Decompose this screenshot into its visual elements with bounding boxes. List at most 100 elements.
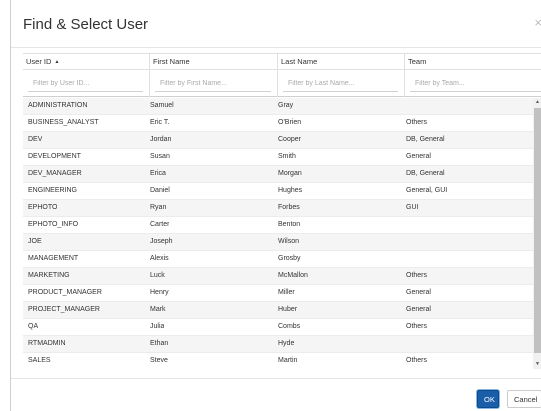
filter-team-input[interactable] [410,75,541,92]
cell-last-name: Huber [278,306,298,313]
cell-user-id: ENGINEERING [28,187,78,194]
cell-team: General [406,153,431,160]
cell-first-name: Julia [150,323,165,330]
table-row[interactable]: ADMINISTRATION Samuel Gray [23,98,533,115]
dialog-title: Find & Select User [23,16,149,33]
cell-team: Others [406,323,428,330]
cell-first-name: Erica [150,170,166,177]
column-header-label: User ID [26,57,52,66]
cell-last-name: Forbes [278,204,300,211]
cell-first-name: Daniel [150,187,170,194]
table-row[interactable]: MARKETING Luck McMallon Others [23,268,533,285]
cell-user-id: BUSINESS_ANALYST [28,119,99,126]
table-row[interactable]: PRODUCT_MANAGER Henry Miller General [23,285,533,302]
cell-user-id: DEV_MANAGER [28,170,82,177]
cell-first-name: Ethan [150,340,169,347]
column-header-label: Team [408,57,427,66]
cell-last-name: Grosby [278,255,301,262]
cell-user-id: DEVELOPMENT [28,153,81,160]
cell-team: DB, General [406,136,445,143]
cell-first-name: Jordan [150,136,172,143]
grid-header-row: User ID ▲ First Name Last Name Team [23,53,541,70]
cell-user-id: EPHOTO [28,204,58,211]
cancel-button[interactable]: Cancel [507,390,541,408]
table-row[interactable]: QA Julia Combs Others [23,319,533,336]
cell-first-name: Mark [150,306,166,313]
filter-first-name-input[interactable] [155,75,271,92]
grid-body: ADMINISTRATION Samuel Gray BUSINESS_ANALYST… [23,98,541,369]
user-grid: User ID ▲ First Name Last Name Team Filt… [23,53,541,369]
cell-last-name: Miller [278,289,295,296]
table-row[interactable]: DEV Jordan Cooper DB, General [23,132,533,149]
cell-user-id: ADMINISTRATION [28,102,88,109]
ok-button[interactable]: OK [477,390,499,408]
cell-user-id: RTMADMIN [28,340,66,347]
vertical-scrollbar[interactable]: ▲ ▼ [533,98,541,369]
cell-last-name: Combs [278,323,301,330]
dialog-header: Find & Select User × [11,0,541,48]
cell-last-name: Benton [278,221,301,228]
cell-user-id: MARKETING [28,272,70,279]
cell-team: DB, General [406,170,445,177]
cell-last-name: Martin [278,357,298,364]
table-row[interactable]: MANAGEMENT Alexis Grosby [23,251,533,268]
cell-last-name: Wilson [278,238,300,245]
filter-user-id-input[interactable] [28,75,143,92]
find-select-user-dialog: Find & Select User × User ID ▲ First Nam… [10,0,541,411]
cell-last-name: Morgan [278,170,302,177]
cell-team: Others [406,272,428,279]
cell-first-name: Carter [150,221,170,228]
cell-user-id: DEV [28,136,43,143]
cell-team: Others [406,119,428,126]
cell-first-name: Alexis [150,255,169,262]
table-row[interactable]: JOE Joseph Wilson [23,234,533,251]
table-row[interactable]: ENGINEERING Daniel Hughes General, GUI [23,183,533,200]
cell-team: GUI [406,204,419,211]
cell-last-name: Smith [278,153,296,160]
cell-first-name: Henry [150,289,169,296]
cell-last-name: McMallon [278,272,308,279]
filter-cell-last-name [278,70,405,97]
cell-team: General [406,289,431,296]
cell-user-id: PRODUCT_MANAGER [28,289,102,296]
cell-user-id: JOE [28,238,42,245]
cell-last-name: O'Brien [278,119,302,126]
table-row[interactable]: EPHOTO_INFO Carter Benton [23,217,533,234]
cell-team: General [406,306,431,313]
table-row[interactable]: DEVELOPMENT Susan Smith General [23,149,533,166]
column-header-team[interactable]: Team [405,54,541,70]
table-row[interactable]: DEV_MANAGER Erica Morgan DB, General [23,166,533,183]
cell-first-name: Ryan [150,204,167,211]
cell-user-id: MANAGEMENT [28,255,79,262]
filter-last-name-input[interactable] [283,75,398,92]
column-header-user-id[interactable]: User ID ▲ [23,54,150,70]
sort-ascending-icon: ▲ [54,59,60,66]
cell-last-name: Cooper [278,136,301,143]
cell-user-id: PROJECT_MANAGER [28,306,100,313]
scroll-up-icon[interactable]: ▲ [533,98,541,107]
cell-first-name: Steve [150,357,168,364]
column-header-first-name[interactable]: First Name [150,54,278,70]
scroll-thumb[interactable] [534,108,541,353]
filter-cell-user-id [23,70,150,97]
cell-team: Others [406,357,428,364]
table-row[interactable]: EPHOTO Ryan Forbes GUI [23,200,533,217]
grid-filter-row [23,69,541,97]
column-header-last-name[interactable]: Last Name [278,54,405,70]
cell-user-id: QA [28,323,39,330]
cell-user-id: EPHOTO_INFO [28,221,79,228]
scroll-down-icon[interactable]: ▼ [533,360,541,369]
dialog-footer: OK Cancel [11,378,541,411]
cell-last-name: Hyde [278,340,295,347]
column-header-label: First Name [153,57,190,66]
table-row[interactable]: RTMADMIN Ethan Hyde [23,336,533,353]
cell-first-name: Eric T. [150,119,170,126]
table-row[interactable]: BUSINESS_ANALYST Eric T. O'Brien Others [23,115,533,132]
filter-cell-first-name [150,70,278,97]
cell-user-id: SALES [28,357,51,364]
close-icon[interactable]: × [534,16,541,30]
cell-first-name: Luck [150,272,165,279]
table-row[interactable]: PROJECT_MANAGER Mark Huber General [23,302,533,319]
column-header-label: Last Name [281,57,318,66]
table-row[interactable]: SALES Steve Martin Others [23,353,533,369]
